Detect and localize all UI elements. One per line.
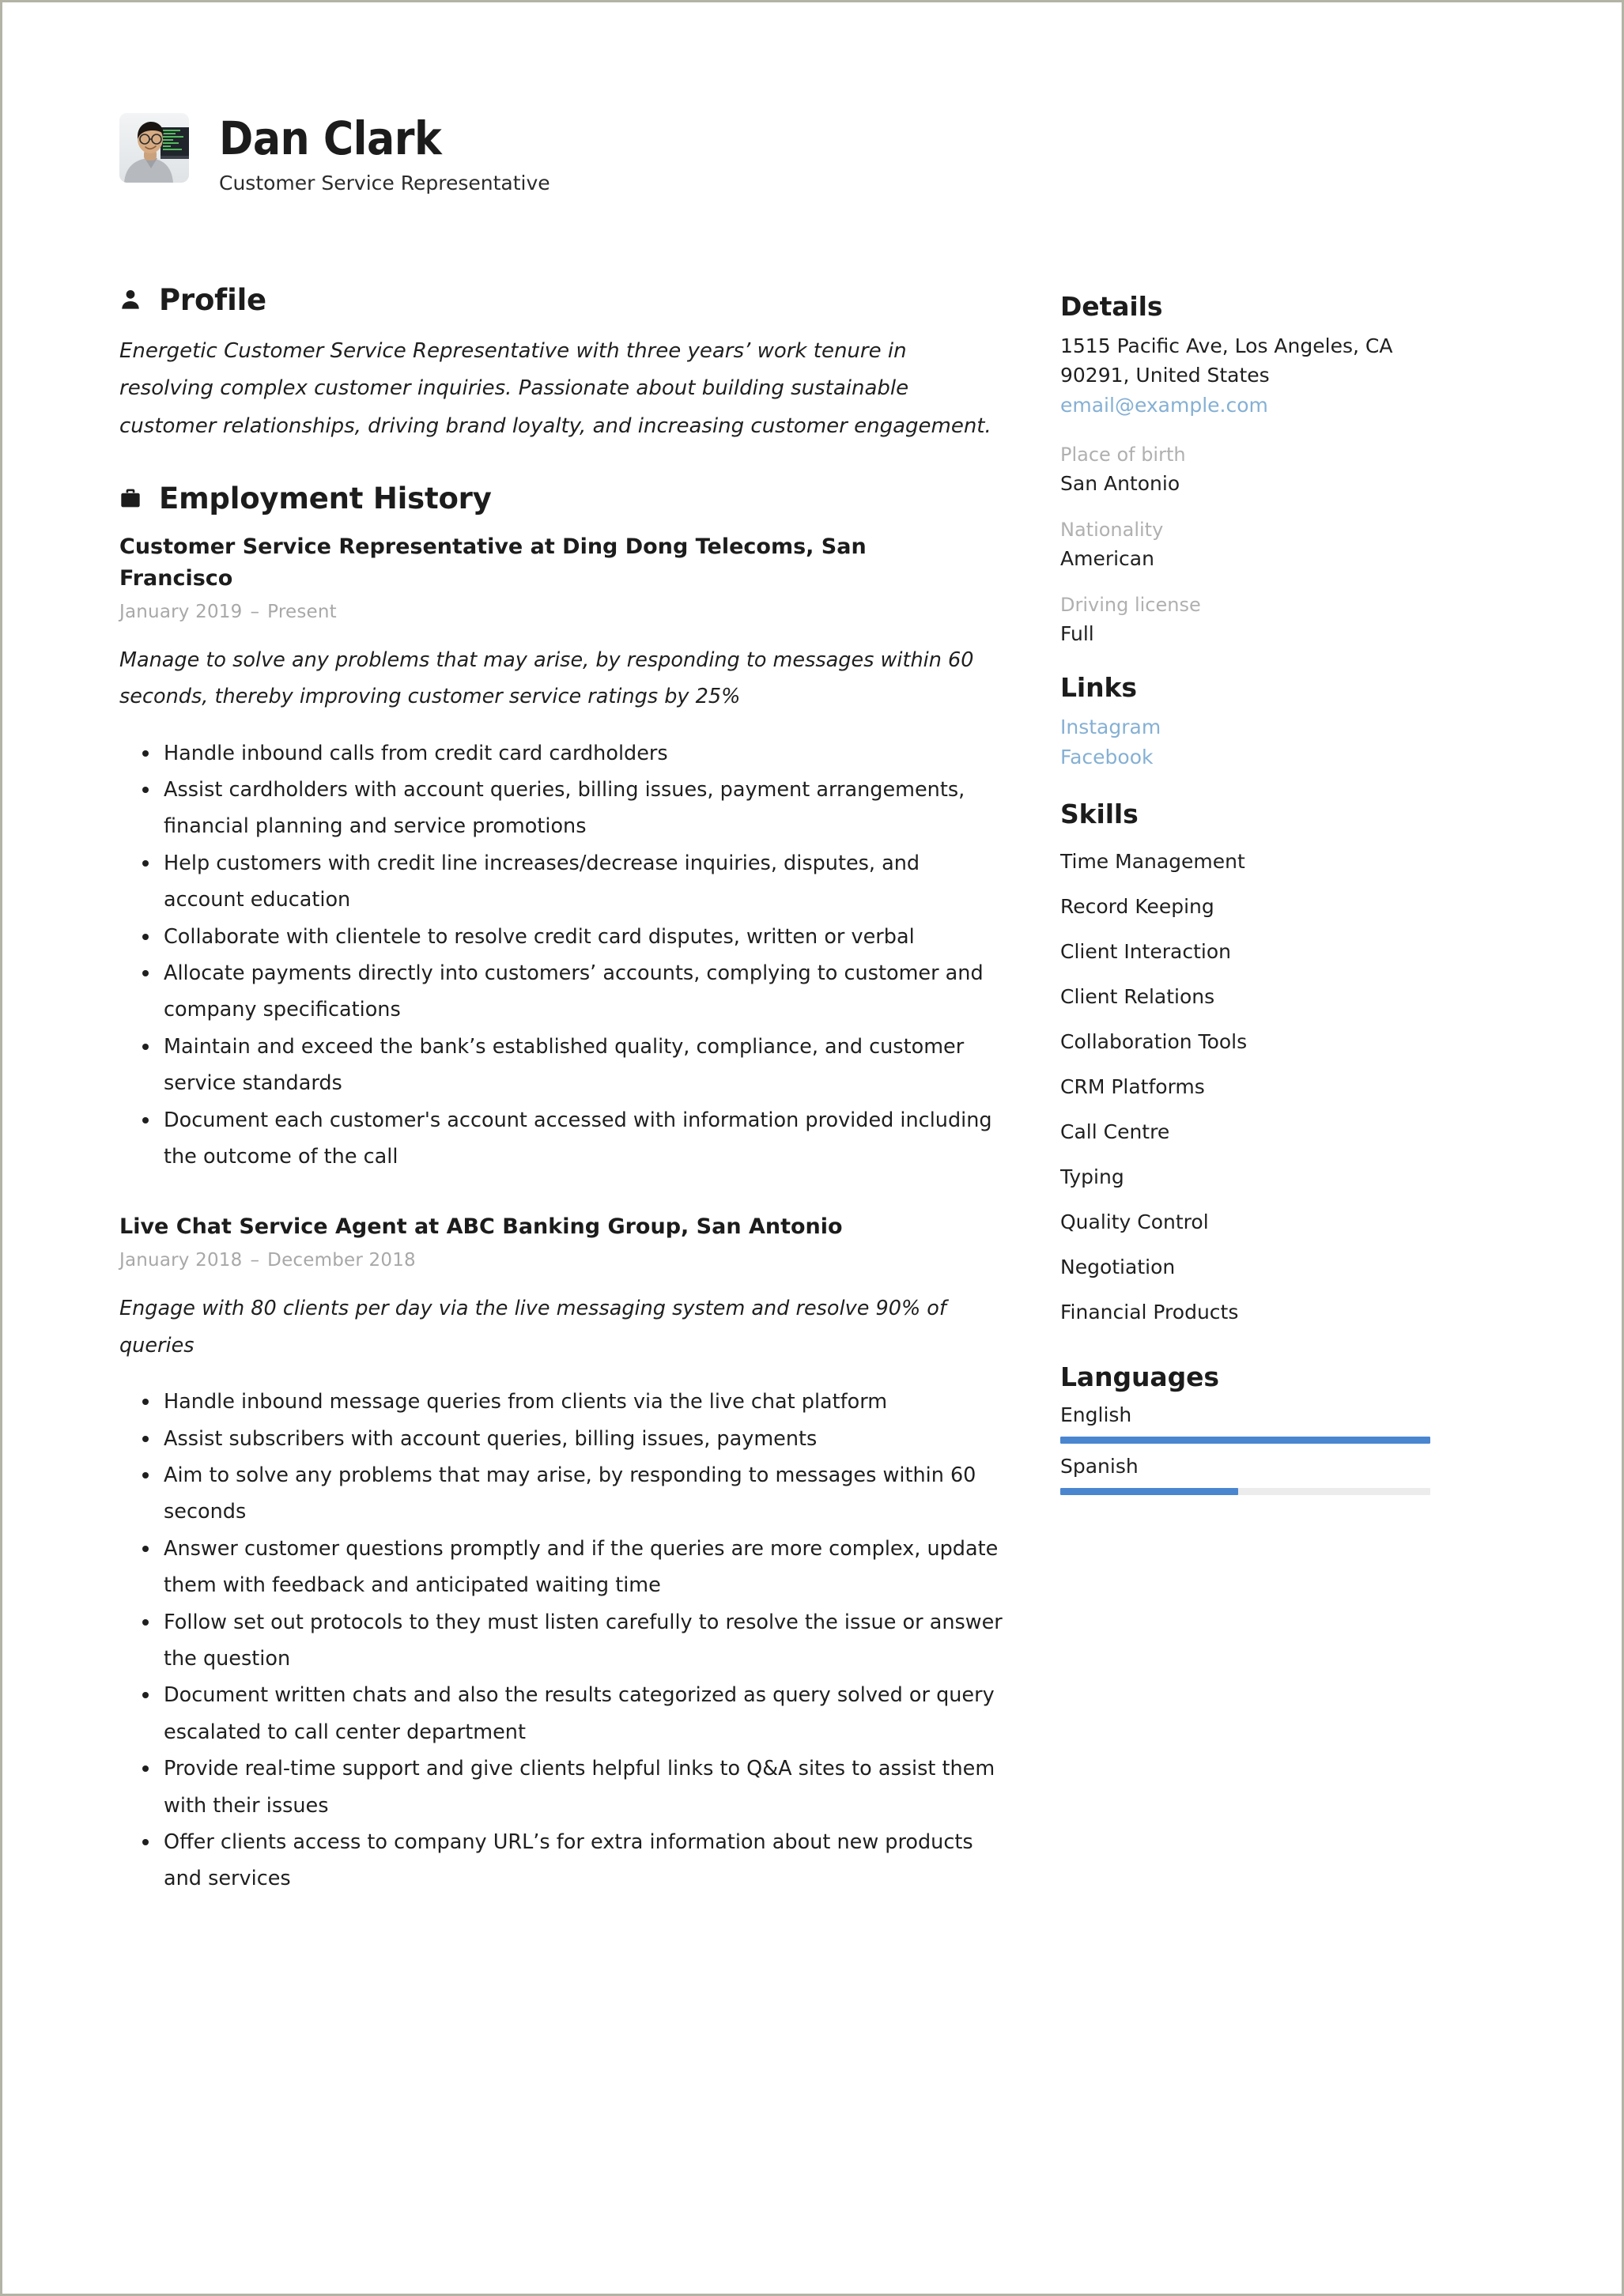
list-item: Assist subscribers with account queries,…: [119, 1421, 1005, 1457]
list-item: Quality Control: [1060, 1210, 1209, 1234]
main-column: Profile Energetic Customer Service Repre…: [119, 283, 1060, 1934]
briefcase-icon: [119, 486, 142, 510]
language-level-fill: [1060, 1488, 1238, 1496]
list-item: Provide real-time support and give clien…: [119, 1750, 1005, 1824]
resume-page: Dan Clark Customer Service Representativ…: [0, 0, 1624, 2296]
list-item: Maintain and exceed the bank’s establish…: [119, 1029, 1005, 1102]
skills-list: Time Management Record Keeping Client In…: [1060, 839, 1448, 1335]
link-facebook[interactable]: Facebook: [1060, 742, 1448, 772]
language-name: English: [1060, 1403, 1132, 1427]
profile-heading: Profile: [159, 282, 266, 317]
languages-heading: Languages: [1060, 1361, 1219, 1393]
job-bullet-list: Handle inbound calls from credit card ca…: [119, 735, 1005, 1176]
section-employment: Employment History Customer Service Repr…: [119, 481, 1005, 1898]
person-icon: [119, 288, 142, 312]
list-item: Time Management: [1060, 850, 1245, 874]
list-item: CRM Platforms: [1060, 1075, 1205, 1099]
section-details: Details 1515 Pacific Ave, Los Angeles, C…: [1060, 291, 1448, 646]
job-date-start: January 2019: [119, 601, 243, 622]
list-item: Handle inbound message queries from clie…: [119, 1384, 1005, 1420]
job-dates: January 2019– Present: [119, 602, 1005, 622]
job-date-start: January 2018: [119, 1250, 243, 1271]
email-link[interactable]: email@example.com: [1060, 391, 1448, 421]
list-item: Call Centre: [1060, 1120, 1170, 1144]
sidebar-column: Details 1515 Pacific Ave, Los Angeles, C…: [1060, 283, 1448, 1523]
list-item: Negotiation: [1060, 1256, 1176, 1279]
list-item: Collaboration Tools: [1060, 1030, 1248, 1054]
employment-heading-row: Employment History: [119, 481, 1005, 515]
place-of-birth-value: San Antonio: [1060, 472, 1180, 496]
job-date-separator: –: [250, 601, 260, 622]
list-item: Financial Products: [1060, 1301, 1239, 1324]
job-title: Customer Service Representative: [219, 171, 550, 194]
profile-heading-row: Profile: [119, 283, 1005, 317]
list-item: Collaborate with clientele to resolve cr…: [119, 919, 1005, 955]
profile-photo-icon: [119, 113, 189, 183]
avatar: [119, 113, 189, 183]
resume-header: Dan Clark Customer Service Representativ…: [119, 113, 1503, 194]
job-dates: January 2018– December 2018: [119, 1250, 1005, 1271]
driving-license-value: Full: [1060, 622, 1094, 646]
job-entry: Customer Service Representative at Ding …: [119, 531, 1005, 1176]
link-instagram[interactable]: Instagram: [1060, 712, 1448, 742]
job-date-separator: –: [250, 1250, 260, 1271]
skills-heading: Skills: [1060, 799, 1139, 830]
job-entry: Live Chat Service Agent at ABC Banking G…: [119, 1211, 1005, 1897]
list-item: Answer customer questions promptly and i…: [119, 1531, 1005, 1604]
list-item: Handle inbound calls from credit card ca…: [119, 735, 1005, 772]
list-item: Typing: [1060, 1165, 1124, 1189]
list-item: Help customers with credit line increase…: [119, 845, 1005, 919]
job-title-line: Customer Service Representative at Ding …: [119, 534, 867, 591]
language-item-spanish: Spanish: [1060, 1455, 1448, 1496]
language-name: Spanish: [1060, 1455, 1139, 1478]
list-item: Aim to solve any problems that may arise…: [119, 1457, 1005, 1531]
resume-sheet: Dan Clark Customer Service Representativ…: [2, 2, 1622, 2294]
page-title: Dan Clark: [219, 111, 442, 165]
list-item: Document each customer's account accesse…: [119, 1102, 1005, 1176]
address-line-2: 90291, United States: [1060, 364, 1270, 387]
driving-license-label: Driving license: [1060, 594, 1201, 617]
list-item: Assist cardholders with account queries,…: [119, 772, 1005, 845]
employment-heading: Employment History: [159, 481, 492, 515]
list-item: Client Relations: [1060, 985, 1215, 1009]
language-item-english: English: [1060, 1403, 1448, 1444]
details-heading: Details: [1060, 290, 1163, 322]
section-links: Links Instagram Facebook: [1060, 672, 1448, 772]
profile-text: Energetic Customer Service Representativ…: [119, 338, 991, 438]
job-date-end: Present: [267, 601, 337, 622]
nationality-value: American: [1060, 547, 1154, 571]
language-level-fill: [1060, 1437, 1430, 1444]
list-item: Document written chats and also the resu…: [119, 1677, 1005, 1750]
links-heading: Links: [1060, 672, 1137, 704]
content-columns: Profile Energetic Customer Service Repre…: [119, 283, 1503, 1934]
list-item: Record Keeping: [1060, 895, 1214, 919]
job-date-end: December 2018: [267, 1250, 416, 1271]
name-block: Dan Clark Customer Service Representativ…: [219, 113, 550, 194]
job-summary: Engage with 80 clients per day via the l…: [119, 1297, 946, 1358]
job-title-line: Live Chat Service Agent at ABC Banking G…: [119, 1214, 843, 1240]
links-list: Instagram Facebook: [1060, 712, 1448, 772]
list-item: Offer clients access to company URL’s fo…: [119, 1824, 1005, 1898]
address-line-1: 1515 Pacific Ave, Los Angeles, CA: [1060, 334, 1393, 357]
list-item: Client Interaction: [1060, 940, 1231, 964]
language-level-bar: [1060, 1437, 1430, 1444]
list-item: Allocate payments directly into customer…: [119, 955, 1005, 1029]
section-skills: Skills Time Management Record Keeping Cl…: [1060, 799, 1448, 1335]
list-item: Follow set out protocols to they must li…: [119, 1604, 1005, 1678]
job-bullet-list: Handle inbound message queries from clie…: [119, 1384, 1005, 1898]
section-profile: Profile Energetic Customer Service Repre…: [119, 283, 1005, 445]
place-of-birth-label: Place of birth: [1060, 444, 1186, 466]
language-level-bar: [1060, 1488, 1430, 1496]
section-languages: Languages English Spanish: [1060, 1361, 1448, 1496]
job-summary: Manage to solve any problems that may ar…: [119, 648, 974, 709]
nationality-label: Nationality: [1060, 519, 1164, 542]
